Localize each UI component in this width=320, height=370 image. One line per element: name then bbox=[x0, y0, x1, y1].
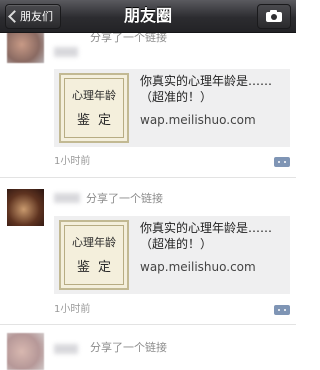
post-time: 1小时前 bbox=[54, 304, 91, 315]
link-card[interactable]: 心理年龄 鉴定 你真实的心理年龄是……（超准的！） wap.meilishuo.… bbox=[54, 69, 290, 147]
comment-icon[interactable] bbox=[274, 305, 290, 315]
nickname-blurred[interactable] bbox=[54, 193, 80, 203]
post-action-text: 分享了一个链接 bbox=[90, 31, 167, 44]
post-action-text: 分享了一个链接 bbox=[90, 341, 167, 354]
link-title: 你真实的心理年龄是……（超准的！） bbox=[140, 74, 273, 104]
nickname-blurred[interactable] bbox=[54, 344, 78, 354]
nickname-blurred[interactable] bbox=[54, 47, 78, 57]
avatar[interactable] bbox=[7, 333, 44, 370]
avatar[interactable] bbox=[7, 189, 44, 226]
moments-feed[interactable]: 分享了一个链接 心理年龄 鉴定 你真实的心理年龄是……（超准的！） wap.me… bbox=[0, 0, 296, 370]
thumbnail-title: 心理年龄 bbox=[72, 89, 116, 102]
divider bbox=[0, 177, 296, 178]
camera-button[interactable] bbox=[257, 4, 291, 29]
post-time: 1小时前 bbox=[54, 156, 91, 167]
post-action-text: 分享了一个链接 bbox=[86, 192, 163, 205]
page-title: 朋友圈 bbox=[123, 6, 172, 25]
link-title: 你真实的心理年龄是……（超准的！） bbox=[140, 221, 273, 251]
navigation-bar: 朋友们 朋友圈 bbox=[0, 0, 296, 33]
link-url: wap.meilishuo.com bbox=[140, 260, 256, 274]
comment-icon[interactable] bbox=[274, 157, 290, 167]
thumbnail-subtitle: 鉴定 bbox=[76, 113, 119, 128]
link-url: wap.meilishuo.com bbox=[140, 113, 256, 127]
thumbnail-title: 心理年龄 bbox=[72, 236, 116, 249]
link-thumbnail: 心理年龄 鉴定 bbox=[59, 220, 129, 290]
link-thumbnail: 心理年龄 鉴定 bbox=[59, 73, 129, 143]
link-card[interactable]: 心理年龄 鉴定 你真实的心理年龄是……（超准的！） wap.meilishuo.… bbox=[54, 216, 290, 294]
thumbnail-subtitle: 鉴定 bbox=[76, 260, 119, 275]
divider bbox=[0, 324, 296, 325]
